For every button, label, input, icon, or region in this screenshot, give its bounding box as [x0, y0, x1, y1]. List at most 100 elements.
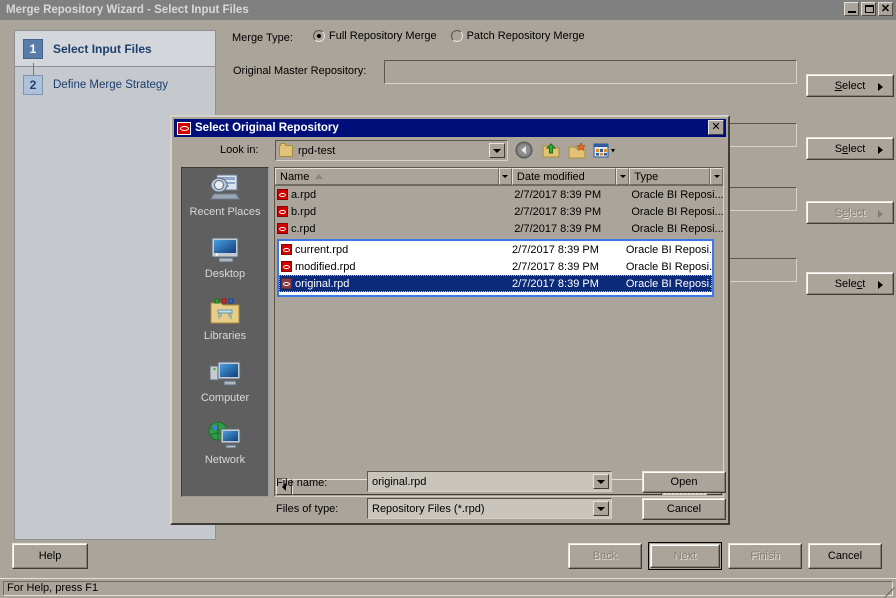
place-network[interactable]: Network — [182, 420, 268, 482]
column-header-date-modified[interactable]: Date modified — [511, 168, 617, 185]
dialog-cancel-button[interactable]: Cancel — [642, 498, 726, 520]
chevron-down-icon[interactable] — [489, 143, 505, 158]
column-date-menu-button[interactable] — [616, 168, 630, 185]
network-icon — [208, 420, 242, 452]
radio-full-indicator — [313, 30, 325, 42]
libraries-icon — [208, 296, 242, 328]
recent-places-icon — [208, 172, 242, 204]
cancel-button[interactable]: Cancel — [808, 543, 882, 569]
file-list-rows: a.rpd 2/7/2017 8:39 PM Oracle BI Reposi.… — [275, 186, 723, 496]
radio-patch-indicator — [450, 30, 463, 42]
table-row[interactable]: modified.rpd 2/7/2017 8:39 PM Oracle BI … — [279, 258, 712, 275]
status-text: For Help, press F1 — [3, 581, 893, 596]
minimize-button[interactable] — [844, 2, 859, 16]
help-button[interactable]: Help — [12, 543, 88, 569]
column-header-type[interactable]: Type — [629, 168, 711, 185]
chevron-down-icon[interactable] — [593, 474, 609, 489]
look-in-value: rpd-test — [298, 144, 336, 157]
select-original-repository-dialog: Select Original Repository ✕ Look in: rp… — [170, 115, 730, 525]
back-nav-icon[interactable] — [515, 141, 535, 160]
file-list-area: Name Date modified Type a.rpd 2/7/2017 8… — [274, 167, 724, 497]
original-master-repository-field[interactable] — [384, 60, 797, 84]
resize-grip[interactable] — [882, 585, 896, 598]
rpd-file-icon — [281, 278, 292, 289]
sidebar-item-select-input-files[interactable]: 1 Select Input Files — [15, 31, 215, 67]
up-one-level-icon[interactable] — [541, 141, 561, 160]
window-title: Merge Repository Wizard - Select Input F… — [6, 4, 249, 16]
folder-icon — [279, 142, 293, 157]
repository-field-3[interactable] — [724, 187, 797, 211]
step-1-badge: 1 — [23, 38, 43, 59]
chevron-down-icon[interactable] — [593, 501, 609, 516]
repository-field-2[interactable] — [724, 123, 797, 147]
window-titlebar: Merge Repository Wizard - Select Input F… — [0, 0, 896, 20]
step-2-badge: 2 — [23, 75, 43, 95]
chevron-right-icon — [878, 82, 883, 91]
application-window: Merge Repository Wizard - Select Input F… — [0, 0, 896, 598]
merge-type-label: Merge Type: — [232, 32, 293, 44]
column-header-name[interactable]: Name — [275, 168, 499, 185]
sort-ascending-icon — [315, 174, 324, 179]
close-icon: ✕ — [711, 121, 721, 133]
files-of-type-select[interactable]: Repository Files (*.rpd) — [367, 498, 612, 519]
rpd-file-icon — [277, 189, 288, 200]
status-bar: For Help, press F1 — [0, 578, 896, 598]
window-content: 1 Select Input Files 2 Define Merge Stra… — [0, 20, 896, 580]
file-name-label: File name: — [276, 477, 328, 489]
rpd-file-icon — [277, 223, 288, 234]
files-of-type-value: Repository Files (*.rpd) — [372, 502, 485, 515]
place-computer[interactable]: Computer — [182, 358, 268, 420]
maximize-button[interactable] — [861, 2, 876, 16]
close-icon: ✕ — [880, 3, 891, 15]
new-folder-icon[interactable] — [567, 141, 587, 160]
chevron-right-icon — [878, 280, 883, 289]
dialog-titlebar: Select Original Repository ✕ — [174, 119, 726, 137]
selection-highlight-region: current.rpd 2/7/2017 8:39 PM Oracle BI R… — [277, 239, 714, 297]
rpd-file-icon — [281, 261, 292, 272]
select-button-2[interactable]: Select — [806, 137, 894, 160]
select-button-4[interactable]: Select — [806, 272, 894, 295]
chevron-right-icon — [878, 209, 883, 218]
sidebar-item-define-merge-strategy[interactable]: 2 Define Merge Strategy — [15, 67, 215, 103]
rpd-file-icon — [281, 244, 292, 255]
step-1-label: Select Input Files — [53, 41, 152, 56]
place-libraries[interactable]: Libraries — [182, 296, 268, 358]
radio-full-label: Full Repository Merge — [329, 30, 437, 42]
merge-type-radio-group: Full Repository Merge Patch Repository M… — [313, 30, 599, 42]
open-button[interactable]: Open — [642, 471, 726, 493]
chevron-right-icon — [878, 145, 883, 154]
repository-field-4[interactable] — [724, 258, 797, 282]
radio-full-repository-merge[interactable]: Full Repository Merge — [313, 30, 437, 42]
original-master-repository-label: Original Master Repository: — [233, 65, 367, 77]
table-row[interactable]: b.rpd 2/7/2017 8:39 PM Oracle BI Reposi.… — [275, 203, 723, 220]
step-2-label: Define Merge Strategy — [53, 79, 169, 91]
select-button-1[interactable]: Select — [806, 74, 894, 97]
files-of-type-label: Files of type: — [276, 503, 339, 515]
file-list-column-headers: Name Date modified Type — [275, 168, 723, 186]
look-in-combo[interactable]: rpd-test — [275, 140, 508, 161]
table-row[interactable]: c.rpd 2/7/2017 8:39 PM Oracle BI Reposi.… — [275, 220, 723, 237]
table-row-selected[interactable]: original.rpd 2/7/2017 8:39 PM Oracle BI … — [279, 275, 712, 292]
column-name-menu-button[interactable] — [498, 168, 512, 185]
radio-patch-repository-merge[interactable]: Patch Repository Merge — [450, 30, 585, 42]
select-button-3: Select — [806, 201, 894, 224]
table-row[interactable]: a.rpd 2/7/2017 8:39 PM Oracle BI Reposi.… — [275, 186, 723, 203]
views-icon[interactable] — [593, 141, 619, 160]
close-button[interactable]: ✕ — [878, 2, 893, 16]
dialog-close-button[interactable]: ✕ — [708, 120, 724, 135]
file-name-value: original.rpd — [372, 475, 427, 488]
column-type-menu-button[interactable] — [710, 168, 723, 185]
file-name-input[interactable]: original.rpd — [367, 471, 612, 492]
back-button: Back — [568, 543, 642, 569]
finish-button: Finish — [728, 543, 802, 569]
next-button: Next — [648, 542, 722, 570]
oracle-repository-icon — [177, 121, 191, 135]
place-desktop[interactable]: Desktop — [182, 234, 268, 296]
dialog-toolbar — [515, 141, 619, 160]
rpd-file-icon — [277, 206, 288, 217]
places-bar: Recent Places Desktop Libraries Computer… — [181, 167, 269, 497]
place-recent-places[interactable]: Recent Places — [182, 172, 268, 234]
window-controls: ✕ — [844, 2, 893, 16]
table-row[interactable]: current.rpd 2/7/2017 8:39 PM Oracle BI R… — [279, 241, 712, 258]
desktop-icon — [208, 234, 242, 266]
